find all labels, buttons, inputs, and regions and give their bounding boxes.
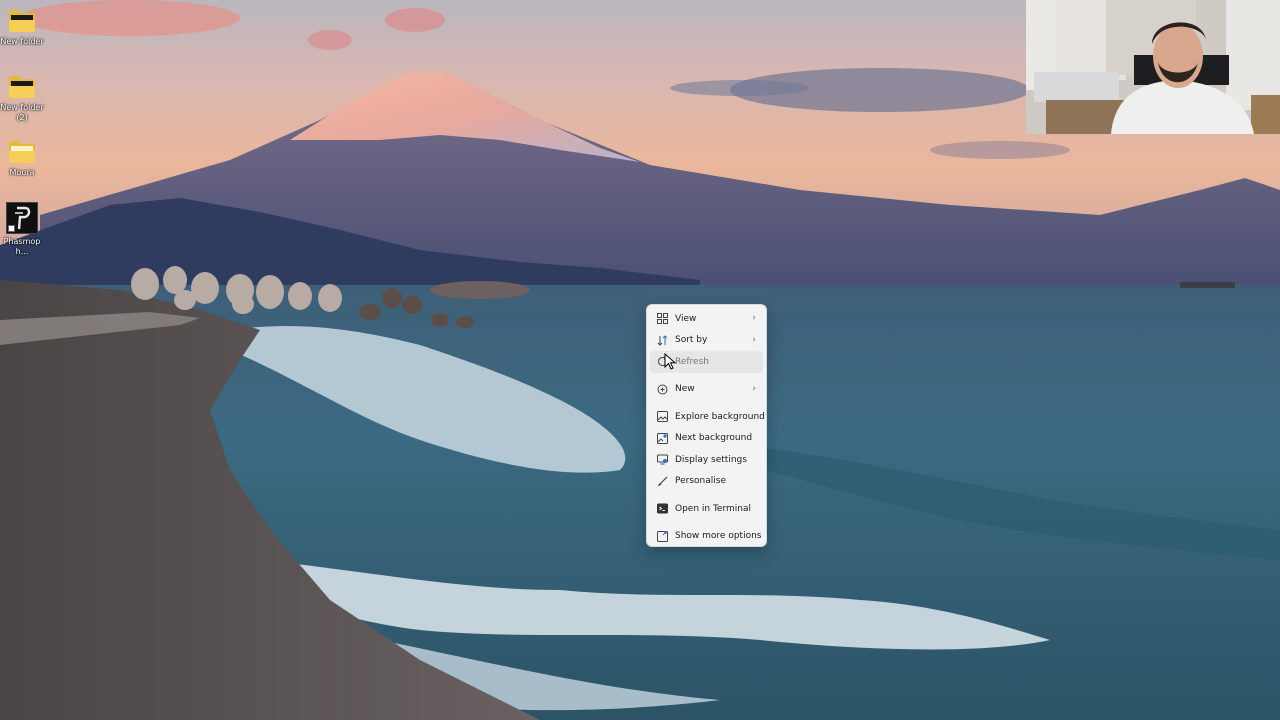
menu-item-label: Display settings: [675, 454, 747, 465]
menu-item-open-in-terminal[interactable]: Open in Terminal: [647, 498, 766, 520]
menu-item-label: Refresh: [675, 356, 709, 367]
chevron-right-icon: ›: [752, 313, 756, 323]
shortcut-arrow-icon: [8, 225, 15, 232]
mouse-cursor-icon: [664, 352, 677, 371]
desktop-icon-label: New folder (2): [0, 103, 44, 122]
desktop-icon-label: Moura: [9, 168, 35, 177]
menu-item-label: Open in Terminal: [675, 503, 751, 514]
desktop-icon-new-folder-2[interactable]: New folder (2): [0, 76, 44, 123]
menu-item-view[interactable]: View ›: [647, 308, 766, 330]
menu-item-display-settings[interactable]: Display settings: [647, 449, 766, 471]
desktop-icon-label: New folder: [0, 37, 44, 46]
menu-item-label: View: [675, 313, 697, 324]
more-options-icon: [656, 530, 668, 542]
sort-icon: [656, 334, 668, 346]
menu-item-show-more-options[interactable]: Show more options: [647, 526, 766, 548]
menu-item-explore-background[interactable]: Explore background: [647, 406, 766, 428]
view-grid-icon: [656, 313, 668, 325]
brush-icon: [656, 475, 668, 487]
menu-item-label: Explore background: [675, 411, 765, 422]
next-image-icon: [656, 432, 668, 444]
chevron-right-icon: ›: [752, 383, 756, 394]
folder-icon: [7, 76, 37, 100]
menu-item-label: Personalise: [675, 476, 726, 487]
desktop-icon-label: Phasmoph...: [3, 237, 41, 256]
desktop-icon-new-folder[interactable]: New folder: [0, 10, 44, 47]
menu-item-new[interactable]: New ›: [647, 379, 766, 401]
menu-item-label: Next background: [675, 433, 753, 444]
new-plus-icon: [656, 383, 668, 395]
menu-item-personalise[interactable]: Personalise: [647, 471, 766, 493]
webcam-overlay: [1026, 0, 1280, 134]
desktop-icon-phasmophobia[interactable]: Phasmoph...: [0, 202, 44, 257]
menu-item-label: Show more options: [675, 531, 762, 542]
desktop-context-menu: View › Sort by › Refresh New › Explore b…: [646, 304, 767, 547]
menu-item-label: New: [675, 384, 695, 395]
desktop-icon-moura[interactable]: Moura: [0, 141, 44, 178]
menu-item-label: Sort by: [675, 335, 708, 346]
menu-item-next-background[interactable]: Next background: [647, 428, 766, 450]
terminal-icon: [656, 503, 668, 515]
chevron-right-icon: ›: [752, 334, 756, 345]
app-icon: [6, 202, 38, 234]
webcam-feed-image: [1026, 0, 1280, 134]
folder-icon: [7, 10, 37, 34]
folder-icon: [7, 141, 37, 165]
menu-item-sort-by[interactable]: Sort by ›: [647, 330, 766, 352]
explore-image-icon: [656, 411, 668, 423]
display-icon: [656, 454, 668, 466]
